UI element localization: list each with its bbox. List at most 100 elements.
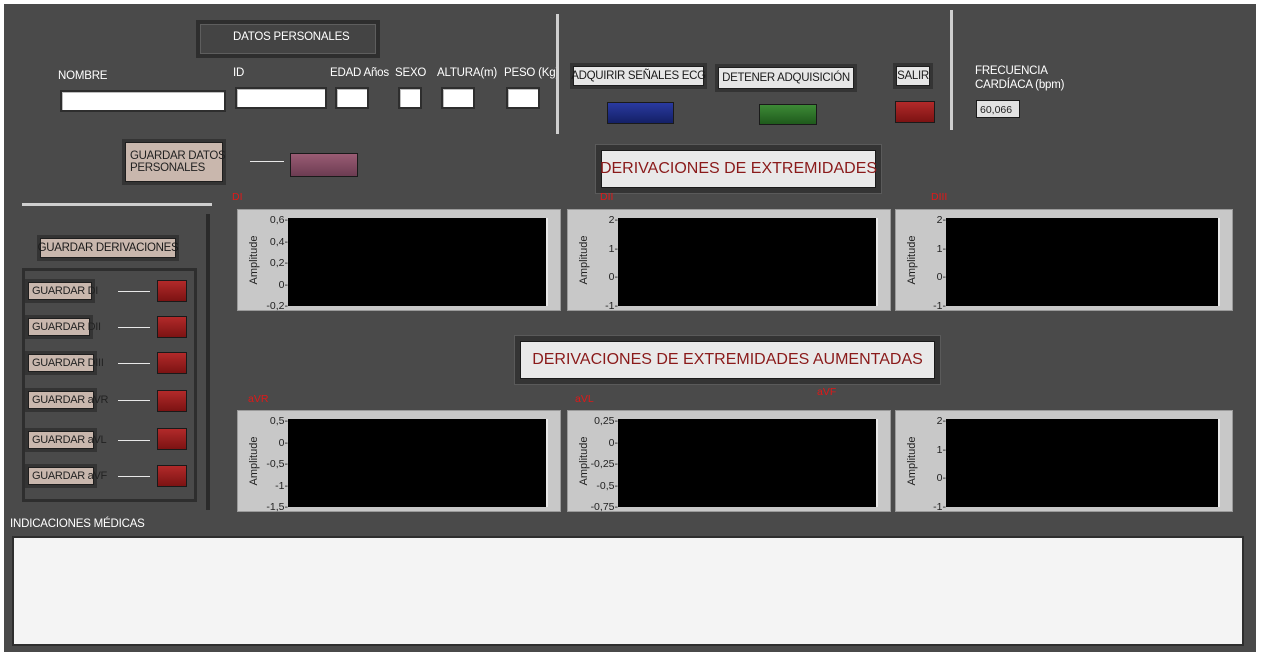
- y-tick-label: 1-: [936, 242, 946, 255]
- peso-field[interactable]: [506, 87, 540, 109]
- limb-leads-title: DERIVACIONES DE EXTREMIDADES: [600, 150, 877, 188]
- y-tick-label: -1-: [275, 479, 288, 492]
- save-lead-button[interactable]: GUARDAR aVR: [28, 391, 108, 409]
- save-lead-led[interactable]: [157, 352, 187, 374]
- waveform-graph: Amplitude 0,25- 0- -0,25- -0,5- -0,75-: [567, 410, 891, 513]
- y-tick-label: 0-: [936, 271, 946, 284]
- waveform-graph: Amplitude 2- 1- 0- -1-: [895, 209, 1233, 312]
- heart-rate-label-line2: CARDÍACA (bpm): [975, 79, 1065, 91]
- nombre-field[interactable]: [60, 90, 226, 112]
- y-tick-label: -0,75-: [590, 501, 618, 513]
- medical-notes-label: INDICACIONES MÉDICAS: [10, 518, 145, 530]
- personal-data-header: DATOS PERSONALES: [233, 31, 350, 43]
- save-lead-led[interactable]: [157, 316, 187, 338]
- acquire-ecg-button[interactable]: ADQUIRIR SEÑALES ECG: [571, 66, 706, 86]
- y-tick-label: -0,5-: [596, 479, 618, 492]
- y-tick-label: 0,6-: [269, 214, 288, 226]
- save-personal-data-line1: GUARDAR DATOS: [130, 150, 226, 162]
- y-tick-label: -0,5-: [266, 458, 288, 470]
- y-tick-label: -0,25-: [590, 458, 618, 470]
- save-leads-frame-right: [206, 214, 210, 510]
- wire: [118, 440, 150, 441]
- y-tick-label: 0-: [608, 271, 618, 284]
- id-label: ID: [233, 67, 245, 79]
- waveform-graph: Amplitude 0,5- 0- -0,5- -1- -1,5-: [237, 410, 561, 513]
- sexo-field[interactable]: [398, 87, 422, 109]
- wire: [118, 291, 150, 292]
- wire: [118, 363, 150, 364]
- save-personal-data-button[interactable]: GUARDAR DATOS PERSONALES: [125, 142, 226, 182]
- y-tick-label: -1-: [933, 300, 946, 312]
- wire: [118, 327, 150, 328]
- y-tick-label: 2-: [936, 415, 946, 427]
- heart-rate-label: FRECUENCIA CARDÍACA (bpm): [975, 64, 1064, 92]
- y-tick-label: -0,2-: [266, 300, 288, 312]
- exit-led[interactable]: [895, 101, 935, 123]
- wire: [118, 476, 150, 477]
- graph-title: DII: [600, 191, 614, 203]
- waveform-graph: Amplitude 0,6- 0,4- 0,2- 0- -0,2-: [237, 209, 561, 312]
- save-personal-data-line2: PERSONALES: [130, 162, 205, 174]
- plot-area: [946, 419, 1220, 507]
- y-tick-label: 2-: [936, 214, 946, 226]
- heart-rate-value: 60,066: [976, 100, 1020, 118]
- plot-area: [618, 419, 878, 507]
- edad-label: EDAD Años: [330, 67, 389, 79]
- plot-area: [288, 218, 548, 306]
- plot-area: [618, 218, 878, 306]
- y-tick-label: 0-: [278, 436, 288, 449]
- save-lead-led[interactable]: [157, 390, 187, 412]
- plot-area: [288, 419, 548, 507]
- save-lead-button[interactable]: GUARDAR DI: [28, 282, 98, 300]
- y-tick-label: 0-: [608, 436, 618, 449]
- sexo-label: SEXO: [395, 67, 427, 79]
- plot-area: [946, 218, 1220, 306]
- save-lead-button[interactable]: GUARDAR aVF: [28, 467, 107, 485]
- save-leads-title[interactable]: GUARDAR DERIVACIONES: [38, 238, 179, 258]
- save-leads-frame-top: [22, 203, 212, 206]
- y-tick-label: 0,4-: [269, 235, 288, 248]
- save-lead-led[interactable]: [157, 465, 187, 487]
- exit-button[interactable]: SALIR: [896, 66, 930, 86]
- y-tick-label: 0-: [936, 472, 946, 485]
- save-lead-led[interactable]: [157, 280, 187, 302]
- save-lead-button[interactable]: GUARDAR DII: [28, 318, 101, 336]
- save-lead-button[interactable]: GUARDAR aVL: [28, 431, 107, 449]
- wire: [250, 161, 284, 162]
- y-tick-label: 0,5-: [269, 415, 288, 427]
- separator-line: [556, 14, 559, 134]
- y-tick-label: 2-: [608, 214, 618, 226]
- graph-title: DIII: [931, 191, 948, 203]
- medical-notes-field[interactable]: [12, 536, 1244, 646]
- y-tick-label: 1-: [936, 443, 946, 456]
- augmented-leads-title: DERIVACIONES DE EXTREMIDADES AUMENTADAS: [520, 341, 935, 379]
- y-tick-label: 0-: [278, 278, 288, 291]
- y-tick-label: 0,25-: [594, 415, 618, 427]
- wire: [118, 400, 150, 401]
- altura-field[interactable]: [441, 87, 475, 109]
- save-lead-button[interactable]: GUARDAR DIII: [28, 354, 104, 372]
- id-field[interactable]: [235, 87, 327, 109]
- stop-acquisition-led[interactable]: [759, 104, 817, 125]
- graph-title: aVL: [575, 393, 594, 405]
- peso-label: PESO (Kg): [504, 67, 560, 79]
- graph-title: DI: [232, 191, 243, 203]
- edad-field[interactable]: [335, 87, 369, 109]
- save-personal-data-led[interactable]: [290, 153, 358, 177]
- waveform-graph: Amplitude 2- 1- 0- -1-: [567, 209, 891, 312]
- separator-line: [950, 10, 953, 130]
- graph-title: aVR: [248, 393, 269, 405]
- y-tick-label: -1,5-: [266, 501, 288, 513]
- waveform-graph: Amplitude 2- 1- 0- -1-: [895, 410, 1233, 513]
- y-tick-label: 1-: [608, 242, 618, 255]
- y-tick-label: 0,2-: [269, 257, 288, 269]
- graph-title: aVF: [817, 386, 837, 398]
- heart-rate-label-line1: FRECUENCIA: [975, 65, 1048, 77]
- nombre-label: NOMBRE: [58, 70, 108, 82]
- y-tick-label: -1-: [605, 300, 618, 312]
- y-tick-label: -1-: [933, 501, 946, 513]
- stop-acquisition-button[interactable]: DETENER ADQUISICIÓN: [718, 67, 854, 89]
- altura-label: ALTURA(m): [437, 67, 497, 79]
- acquire-ecg-led[interactable]: [607, 102, 674, 124]
- save-lead-led[interactable]: [157, 428, 187, 450]
